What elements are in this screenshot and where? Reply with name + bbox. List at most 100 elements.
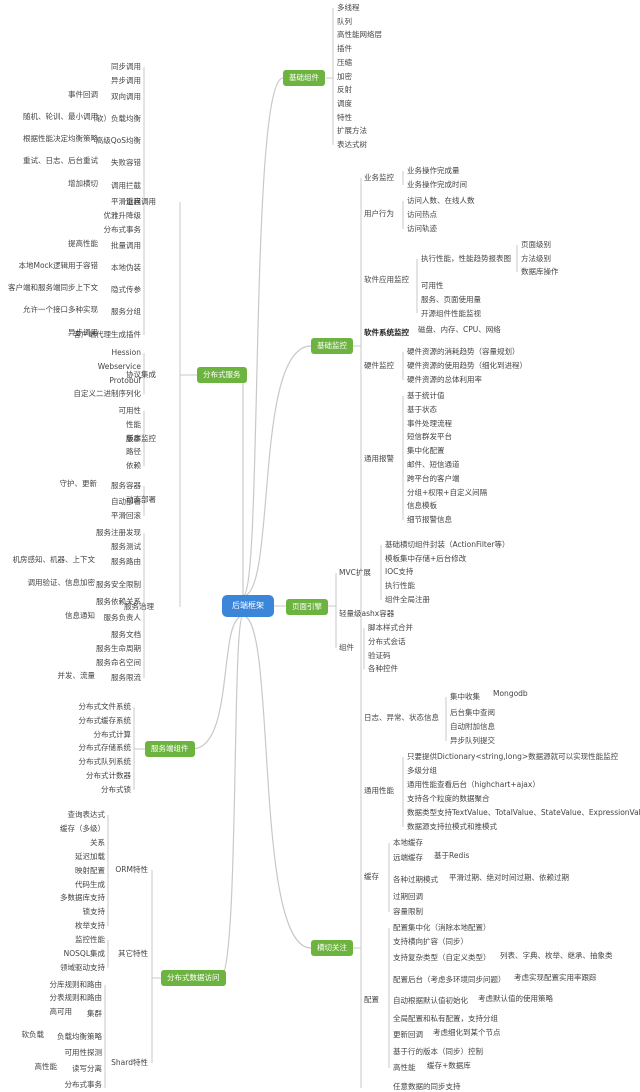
monitor-item[interactable]: 访问轨迹 (407, 224, 437, 234)
governance-item[interactable]: 服务负责人 (104, 613, 142, 623)
shard-note[interactable]: 软负载 (22, 1030, 45, 1040)
alert-item[interactable]: 事件处理流程 (407, 419, 452, 429)
monitor-item[interactable]: 业务操作完成时间 (407, 180, 467, 190)
governance-item[interactable]: 服务限流 (111, 673, 141, 683)
shard-item[interactable]: 分库规则和路由 (50, 980, 103, 990)
alert-item[interactable]: 邮件、短信通道 (407, 460, 460, 470)
cache-item[interactable]: 容量限制 (393, 907, 423, 917)
orm-item[interactable]: 枚举支持 (75, 921, 105, 931)
config-note[interactable]: 考虑实现配置实用率跟踪 (514, 973, 597, 983)
cache-note[interactable]: 平滑过期、绝对时间过期、依赖过期 (449, 873, 569, 883)
config-note[interactable]: 列表、字典、枚举、继承、抽象类 (500, 951, 613, 961)
config-item[interactable]: 基于行的版本（同步）控制 (393, 1047, 483, 1057)
root-node[interactable]: 后端框架 (222, 595, 274, 617)
orm-item[interactable]: 缓存（多级） (60, 824, 105, 834)
monitor-subitem[interactable]: 页面级别 (521, 240, 551, 250)
deploy-item[interactable]: 平滑回滚 (111, 511, 141, 521)
rpc-note[interactable]: 异步调用 (68, 328, 98, 338)
config-item[interactable]: 高性能 (393, 1063, 416, 1073)
rpc-item[interactable]: 调用拦截 (111, 181, 141, 191)
mvc-item[interactable]: IOC支持 (385, 567, 413, 577)
service-component-item[interactable]: 分布式计数器 (86, 771, 131, 781)
rpc-item[interactable]: 同步调用 (111, 62, 141, 72)
service-component-item[interactable]: 分布式锁 (101, 785, 131, 795)
rpc-note[interactable]: 客户端和服务端同步上下文 (8, 283, 98, 293)
component-item[interactable]: 各种控件 (368, 664, 398, 674)
basic-component-item[interactable]: 反射 (337, 85, 352, 95)
governance-item[interactable]: 服务测试 (111, 542, 141, 552)
orm-item[interactable]: 查询表达式 (68, 810, 106, 820)
cluster-item[interactable]: 路径 (126, 447, 141, 457)
branch-basic-monitoring[interactable]: 基础监控 (311, 338, 353, 354)
cross-category[interactable]: 任意数据的同步支持 (393, 1082, 461, 1092)
protocol-item[interactable]: 自定义二进制序列化 (74, 389, 142, 399)
branch-cross-cutting[interactable]: 横切关注 (311, 940, 353, 956)
config-item[interactable]: 支持复杂类型（自定义类型） (393, 953, 491, 963)
alert-item[interactable]: 跨平台的客户端 (407, 474, 460, 484)
alert-item[interactable]: 信息模板 (407, 501, 437, 511)
rpc-note[interactable]: 重试、日志、后台重试 (23, 156, 98, 166)
data-access-category[interactable]: Shard特性 (111, 1058, 148, 1068)
logging-item[interactable]: 自动附加信息 (450, 722, 495, 732)
shard-item[interactable]: 读写分离 (72, 1064, 102, 1074)
basic-component-item[interactable]: 高性能网络层 (337, 30, 382, 40)
rpc-item[interactable]: 异步调用 (111, 76, 141, 86)
rpc-note[interactable]: 事件回调 (68, 90, 98, 100)
monitor-item[interactable]: 磁盘、内存、CPU、网络 (418, 325, 501, 335)
basic-component-item[interactable]: 特性 (337, 113, 352, 123)
shard-item[interactable]: 分表规则和路由 (50, 993, 103, 1003)
protocol-item[interactable]: Protobuf (109, 376, 141, 386)
rpc-note[interactable]: 根据性能决定均衡策略 (23, 134, 98, 144)
basic-component-item[interactable]: 多线程 (337, 3, 360, 13)
rpc-item[interactable]: 优雅升降级 (104, 211, 142, 221)
monitor-category[interactable]: 软件应用监控 (364, 275, 409, 285)
cross-category[interactable]: 配置 (364, 995, 379, 1005)
monitor-category[interactable]: 通用报警 (364, 454, 394, 464)
protocol-item[interactable]: Hession (112, 348, 142, 358)
governance-note[interactable]: 信息通知 (65, 611, 95, 621)
monitor-category[interactable]: 硬件监控 (364, 361, 394, 371)
alert-item[interactable]: 细节报警信息 (407, 515, 452, 525)
logging-note[interactable]: Mongodb (493, 689, 528, 699)
alert-item[interactable]: 基于状态 (407, 405, 437, 415)
monitor-category[interactable]: 业务监控 (364, 173, 394, 183)
mvc-item[interactable]: 基础横切组件封装（ActionFilter等） (385, 540, 510, 550)
deploy-item[interactable]: 自动部署 (111, 497, 141, 507)
governance-item[interactable]: 服务文档 (111, 630, 141, 640)
rpc-item[interactable]: 高级QoS均衡 (96, 136, 141, 146)
shard-note[interactable]: 高性能 (35, 1062, 58, 1072)
rpc-note[interactable]: 提高性能 (68, 239, 98, 249)
cache-item[interactable]: 远端缓存 (393, 853, 423, 863)
basic-component-item[interactable]: 调度 (337, 99, 352, 109)
governance-note[interactable]: 机房感知、机器、上下文 (13, 555, 96, 565)
cluster-item[interactable]: 性能 (126, 420, 141, 430)
other-feature-item[interactable]: NOSQL集成 (64, 949, 105, 959)
config-item[interactable]: 更新回调 (393, 1030, 423, 1040)
page-engine-category[interactable]: MVC扩展 (339, 568, 371, 578)
rpc-item[interactable]: 批量调用 (111, 241, 141, 251)
perf-item[interactable]: 数据类型支持TextValue、TotalValue、StateValue、Ex… (407, 808, 640, 818)
basic-component-item[interactable]: 加密 (337, 72, 352, 82)
basic-component-item[interactable]: 插件 (337, 44, 352, 54)
governance-item[interactable]: 服务安全限制 (96, 580, 141, 590)
governance-note[interactable]: 并发、流量 (58, 671, 96, 681)
deploy-item[interactable]: 服务容器 (111, 481, 141, 491)
protocol-item[interactable]: Webservice (98, 362, 141, 372)
monitor-category[interactable]: 软件系统监控 (364, 328, 409, 338)
governance-note[interactable]: 调用验证、信息加密 (28, 578, 96, 588)
basic-component-item[interactable]: 压缩 (337, 58, 352, 68)
mvc-item[interactable]: 组件全局注册 (385, 595, 430, 605)
monitor-item[interactable]: 可用性 (421, 281, 444, 291)
monitor-item[interactable]: 访问人数、在线人数 (407, 196, 475, 206)
rpc-item[interactable]: 本地伪装 (111, 263, 141, 273)
cache-item[interactable]: 各种过期模式 (393, 875, 438, 885)
basic-component-item[interactable]: 队列 (337, 17, 352, 27)
shard-note[interactable]: 高可用 (50, 1007, 73, 1017)
orm-item[interactable]: 锁支持 (83, 907, 106, 917)
other-feature-item[interactable]: 领域驱动支持 (60, 963, 105, 973)
basic-component-item[interactable]: 扩展方法 (337, 126, 367, 136)
monitor-subitem[interactable]: 数据库操作 (521, 267, 559, 277)
rpc-note[interactable]: 允许一个接口多种实现 (23, 305, 98, 315)
mvc-item[interactable]: 模板集中存储+后台修改 (385, 554, 466, 564)
cache-note[interactable]: 基于Redis (434, 851, 469, 861)
